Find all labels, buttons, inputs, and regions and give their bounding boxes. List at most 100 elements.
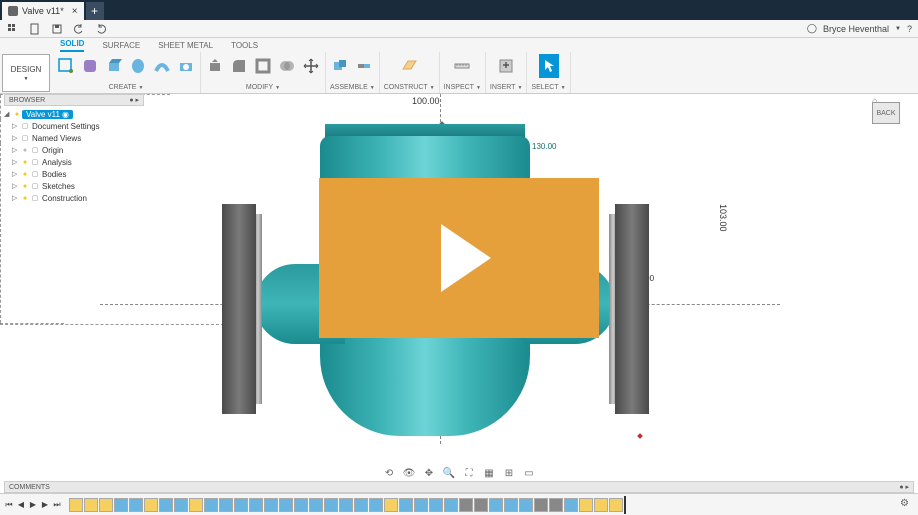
timeline-feature[interactable] (324, 498, 338, 512)
timeline-feature[interactable] (444, 498, 458, 512)
user-dropdown-icon[interactable]: ▼ (895, 26, 901, 32)
orbit-icon[interactable]: ⟲ (382, 466, 396, 480)
select-icon[interactable] (539, 54, 559, 78)
app-grid-icon[interactable] (6, 22, 20, 36)
extrude-icon[interactable] (104, 54, 124, 78)
tree-item-sketches[interactable]: ▷Sketches (4, 180, 144, 192)
timeline-feature[interactable] (579, 498, 593, 512)
timeline-feature[interactable] (564, 498, 578, 512)
tree-item-construction[interactable]: ▷Construction (4, 192, 144, 204)
timeline-feature[interactable] (159, 498, 173, 512)
document-tab[interactable]: Valve v11* × (2, 2, 84, 20)
new-sketch-icon[interactable] (56, 54, 76, 78)
fit-icon[interactable]: ⛶ (462, 466, 476, 480)
dimension-value[interactable]: 100.00 (410, 96, 442, 106)
timeline-sketch-feature[interactable] (99, 498, 113, 512)
dimension-value[interactable]: 103.00 (716, 204, 730, 232)
press-pull-icon[interactable] (205, 54, 225, 78)
timeline-sketch-feature[interactable] (144, 498, 158, 512)
browser-header[interactable]: BROWSER● ▸ (4, 94, 144, 106)
timeline-back-icon[interactable]: ◀ (16, 499, 26, 511)
insert-label[interactable]: INSERT (490, 84, 523, 91)
timeline-feature[interactable] (609, 498, 623, 512)
timeline-feature[interactable] (534, 498, 548, 512)
timeline-feature[interactable] (384, 498, 398, 512)
save-icon[interactable] (50, 22, 64, 36)
display-settings-icon[interactable]: ▦ (482, 466, 496, 480)
timeline-feature[interactable] (459, 498, 473, 512)
timeline-feature[interactable] (309, 498, 323, 512)
video-play-button[interactable] (319, 178, 599, 338)
tree-item-bodies[interactable]: ▷Bodies (4, 168, 144, 180)
timeline-feature[interactable] (474, 498, 488, 512)
combine-icon[interactable] (277, 54, 297, 78)
timeline-settings-icon[interactable]: ⚙ (900, 498, 914, 512)
viewcube-face[interactable]: BACK (872, 102, 900, 124)
insert-icon[interactable] (496, 54, 516, 78)
file-icon[interactable] (28, 22, 42, 36)
timeline-feature[interactable] (204, 498, 218, 512)
shell-icon[interactable] (253, 54, 273, 78)
dimension-value[interactable]: 130.00 (530, 142, 558, 151)
timeline-play-icon[interactable]: ▶ (40, 499, 50, 511)
timeline-sketch-feature[interactable] (69, 498, 83, 512)
revolve-icon[interactable] (128, 54, 148, 78)
construct-label[interactable]: CONSTRUCT (384, 84, 435, 91)
inspect-label[interactable]: INSPECT (444, 84, 481, 91)
timeline-extrude-feature[interactable] (114, 498, 128, 512)
close-tab-icon[interactable]: × (72, 6, 78, 17)
zoom-icon[interactable]: 🔍 (442, 466, 456, 480)
tree-item-origin[interactable]: ▷Origin (4, 144, 144, 156)
plane-icon[interactable] (399, 54, 419, 78)
timeline-feature[interactable] (414, 498, 428, 512)
create-label[interactable]: CREATE (109, 84, 144, 91)
tab-sheet-metal[interactable]: SHEET METAL (158, 41, 213, 52)
pan-icon[interactable]: ✥ (422, 466, 436, 480)
timeline-feature[interactable] (519, 498, 533, 512)
tab-surface[interactable]: SURFACE (102, 41, 140, 52)
look-icon[interactable]: 👁 (402, 466, 416, 480)
timeline-feature[interactable] (549, 498, 563, 512)
measure-icon[interactable] (452, 54, 472, 78)
timeline-feature[interactable] (354, 498, 368, 512)
redo-icon[interactable] (94, 22, 108, 36)
viewcube[interactable]: BACK (868, 98, 904, 128)
timeline-cursor[interactable] (624, 496, 626, 514)
help-icon[interactable]: ? (907, 24, 912, 34)
timeline-end-icon[interactable]: ⏭ (52, 499, 62, 511)
timeline-feature[interactable] (234, 498, 248, 512)
tree-item-named-views[interactable]: ▷Named Views (4, 132, 144, 144)
create-form-icon[interactable] (80, 54, 100, 78)
tree-item-analysis[interactable]: ▷Analysis (4, 156, 144, 168)
new-tab-button[interactable]: + (86, 2, 104, 20)
timeline-feature[interactable] (189, 498, 203, 512)
timeline-feature[interactable] (294, 498, 308, 512)
tab-tools[interactable]: TOOLS (231, 41, 258, 52)
timeline-feature[interactable] (489, 498, 503, 512)
timeline-feature[interactable] (219, 498, 233, 512)
workspace-switcher[interactable]: DESIGN (2, 54, 50, 92)
user-name[interactable]: Bryce Heventhal (823, 24, 889, 34)
tab-solid[interactable]: SOLID (60, 39, 84, 52)
fillet-icon[interactable] (229, 54, 249, 78)
timeline-feature[interactable] (339, 498, 353, 512)
viewport-icon[interactable]: ▭ (522, 466, 536, 480)
select-label[interactable]: SELECT (531, 84, 565, 91)
tree-root-item[interactable]: ◢ Valve v11 ◉ (4, 108, 144, 120)
new-component-icon[interactable] (330, 54, 350, 78)
hole-icon[interactable] (176, 54, 196, 78)
timeline-start-icon[interactable]: ⏮ (4, 499, 14, 511)
timeline-feature[interactable] (399, 498, 413, 512)
timeline-feature[interactable] (279, 498, 293, 512)
timeline-feature[interactable] (174, 498, 188, 512)
move-icon[interactable] (301, 54, 321, 78)
tree-item-document-settings[interactable]: ▷Document Settings (4, 120, 144, 132)
grid-settings-icon[interactable]: ⊞ (502, 466, 516, 480)
assemble-label[interactable]: ASSEMBLE (330, 84, 375, 91)
timeline-feature[interactable] (369, 498, 383, 512)
sweep-icon[interactable] (152, 54, 172, 78)
timeline-feature[interactable] (594, 498, 608, 512)
undo-icon[interactable] (72, 22, 86, 36)
extensions-icon[interactable]: ◯ (807, 23, 817, 34)
timeline-feature[interactable] (264, 498, 278, 512)
